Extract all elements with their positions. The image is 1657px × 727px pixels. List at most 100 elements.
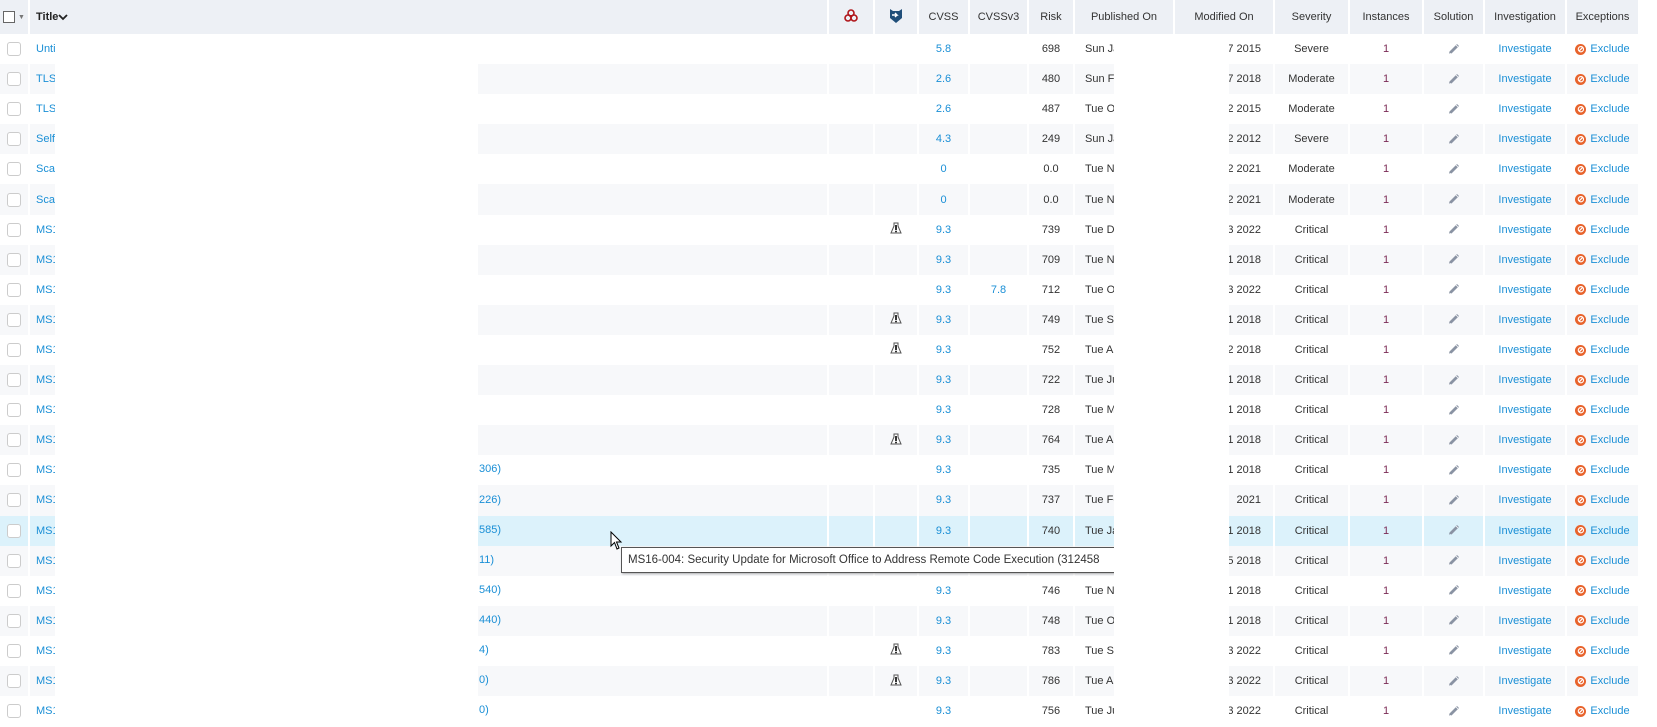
exclude-button[interactable]: ⊘ Exclude <box>1567 515 1638 546</box>
investigate-link[interactable]: Investigate <box>1498 284 1551 296</box>
exclude-link[interactable]: Exclude <box>1590 254 1629 266</box>
vulnerability-title-link[interactable]: Self <box>36 133 55 145</box>
checkbox-icon[interactable] <box>7 523 21 538</box>
cvss-score[interactable]: 9.3 <box>936 224 951 236</box>
cvss-score[interactable]: 9.3 <box>936 615 951 627</box>
cvss-score[interactable]: 9.3 <box>936 344 951 356</box>
cvss-score[interactable]: 5.8 <box>936 43 951 55</box>
checkbox-icon[interactable] <box>7 493 21 508</box>
column-cvss[interactable]: CVSS <box>919 0 968 34</box>
exclude-button[interactable]: ⊘ Exclude <box>1567 34 1638 64</box>
solution-cell[interactable] <box>1424 304 1483 335</box>
checkbox-icon[interactable] <box>7 583 21 598</box>
checkbox-icon[interactable] <box>7 403 21 418</box>
row-checkbox[interactable] <box>0 275 28 305</box>
solution-pencil-icon[interactable] <box>1447 41 1461 55</box>
row-checkbox[interactable] <box>0 605 28 636</box>
investigate-link[interactable]: Investigate <box>1498 133 1551 145</box>
checkbox-icon[interactable] <box>7 192 21 207</box>
row-checkbox[interactable] <box>0 365 28 396</box>
exclude-link[interactable]: Exclude <box>1590 374 1629 386</box>
row-checkbox[interactable] <box>0 244 28 275</box>
investigate-link[interactable]: Investigate <box>1498 374 1551 386</box>
solution-cell[interactable] <box>1424 124 1483 155</box>
checkbox-icon[interactable] <box>7 222 21 237</box>
column-investigation[interactable]: Investigation <box>1485 0 1565 34</box>
vulnerability-title-fragment[interactable]: 226) <box>479 494 501 506</box>
cvss-score[interactable]: 9.3 <box>936 705 951 717</box>
solution-pencil-icon[interactable] <box>1447 101 1461 115</box>
vulnerability-title-link[interactable]: Sca <box>36 163 55 175</box>
investigate-link[interactable]: Investigate <box>1498 163 1551 175</box>
column-metasploit[interactable] <box>875 0 917 34</box>
row-checkbox[interactable] <box>0 576 28 606</box>
solution-cell[interactable] <box>1424 455 1483 485</box>
exclude-button[interactable]: ⊘ Exclude <box>1567 244 1638 275</box>
checkbox-icon[interactable] <box>7 132 21 147</box>
investigate-link[interactable]: Investigate <box>1498 585 1551 597</box>
row-checkbox[interactable] <box>0 184 28 215</box>
solution-cell[interactable] <box>1424 94 1483 124</box>
exclude-link[interactable]: Exclude <box>1590 344 1629 356</box>
investigate-link[interactable]: Investigate <box>1498 194 1551 206</box>
row-checkbox[interactable] <box>0 335 28 365</box>
exclude-link[interactable]: Exclude <box>1590 645 1629 657</box>
solution-pencil-icon[interactable] <box>1447 703 1461 717</box>
row-checkbox[interactable] <box>0 665 28 697</box>
checkbox-icon[interactable] <box>7 102 21 117</box>
exclude-link[interactable]: Exclude <box>1590 464 1629 476</box>
solution-cell[interactable] <box>1424 636 1483 666</box>
investigate-link[interactable]: Investigate <box>1498 404 1551 416</box>
row-checkbox[interactable] <box>0 395 28 425</box>
row-checkbox[interactable] <box>0 154 28 184</box>
exclude-button[interactable]: ⊘ Exclude <box>1567 545 1638 576</box>
exclude-button[interactable]: ⊘ Exclude <box>1567 184 1638 215</box>
column-exploits[interactable] <box>829 0 873 34</box>
exclude-link[interactable]: Exclude <box>1590 73 1629 85</box>
exclude-link[interactable]: Exclude <box>1590 284 1629 296</box>
solution-cell[interactable] <box>1424 576 1483 606</box>
exclude-link[interactable]: Exclude <box>1590 404 1629 416</box>
cvss-score[interactable]: 9.3 <box>936 494 951 506</box>
investigate-link[interactable]: Investigate <box>1498 645 1551 657</box>
solution-cell[interactable] <box>1424 64 1483 95</box>
investigate-link[interactable]: Investigate <box>1498 615 1551 627</box>
solution-cell[interactable] <box>1424 184 1483 215</box>
exclude-link[interactable]: Exclude <box>1590 133 1629 145</box>
solution-cell[interactable] <box>1424 154 1483 184</box>
exclude-link[interactable]: Exclude <box>1590 705 1629 717</box>
exclude-link[interactable]: Exclude <box>1590 103 1629 115</box>
solution-pencil-icon[interactable] <box>1447 161 1461 175</box>
column-exceptions[interactable]: Exceptions <box>1567 0 1638 34</box>
cvss-score[interactable]: 9.3 <box>936 675 951 687</box>
cvss-score[interactable]: 9.3 <box>936 645 951 657</box>
investigate-link[interactable]: Investigate <box>1498 43 1551 55</box>
exclude-link[interactable]: Exclude <box>1590 555 1629 567</box>
row-checkbox[interactable] <box>0 696 28 726</box>
solution-pencil-icon[interactable] <box>1447 341 1461 355</box>
solution-pencil-icon[interactable] <box>1447 281 1461 295</box>
exclude-link[interactable]: Exclude <box>1590 585 1629 597</box>
row-checkbox[interactable] <box>0 304 28 335</box>
cvss-score[interactable]: 9.3 <box>936 585 951 597</box>
vulnerability-title-link[interactable]: Sca <box>36 194 55 206</box>
cvss-score[interactable]: 2.6 <box>936 103 951 115</box>
checkbox-icon[interactable] <box>7 72 21 87</box>
solution-pencil-icon[interactable] <box>1447 432 1461 446</box>
row-checkbox[interactable] <box>0 636 28 666</box>
solution-pencil-icon[interactable] <box>1447 552 1461 566</box>
exclude-button[interactable]: ⊘ Exclude <box>1567 154 1638 184</box>
checkbox-icon[interactable] <box>7 252 21 267</box>
cvss-score[interactable]: 9.3 <box>936 434 951 446</box>
cvss-score[interactable]: 2.6 <box>936 73 951 85</box>
exclude-button[interactable]: ⊘ Exclude <box>1567 335 1638 365</box>
solution-cell[interactable] <box>1424 335 1483 365</box>
solution-pencil-icon[interactable] <box>1447 462 1461 476</box>
row-checkbox[interactable] <box>0 455 28 485</box>
row-checkbox[interactable] <box>0 545 28 576</box>
investigate-link[interactable]: Investigate <box>1498 254 1551 266</box>
solution-cell[interactable] <box>1424 275 1483 305</box>
checkbox-icon[interactable] <box>7 42 21 57</box>
checkbox-icon[interactable] <box>7 373 21 388</box>
vulnerability-title-fragment[interactable]: 440) <box>479 614 501 626</box>
